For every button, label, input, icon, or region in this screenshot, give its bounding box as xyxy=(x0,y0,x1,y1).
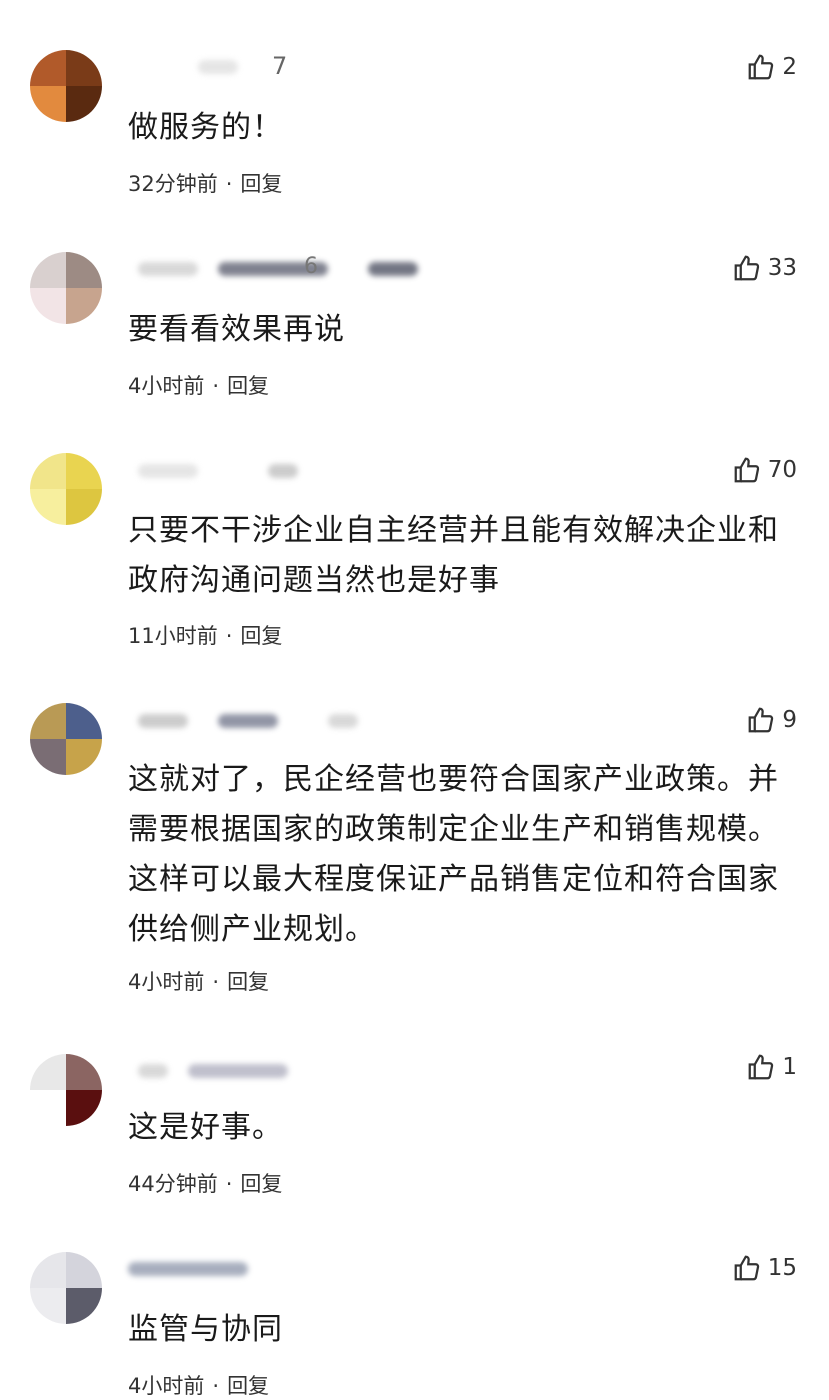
thumbs-up-icon xyxy=(734,1255,759,1281)
timestamp: 4小时前 xyxy=(128,374,205,398)
timestamp: 32分钟前 xyxy=(128,172,218,196)
comment-text: 只要不干涉企业自主经营并且能有效解决企业和政府沟通问题当然也是好事 xyxy=(128,513,779,598)
avatar[interactable] xyxy=(30,50,102,122)
avatar[interactable] xyxy=(30,252,102,324)
comment-meta: 4小时前 · 回复 xyxy=(128,1374,270,1398)
thumbs-up-icon xyxy=(734,457,759,483)
timestamp: 44分钟前 xyxy=(128,1172,218,1196)
comment-meta: 32分钟前 · 回复 xyxy=(128,172,283,196)
timestamp: 4小时前 xyxy=(128,1374,205,1398)
like-button[interactable]: 15 xyxy=(732,1253,797,1283)
avatar[interactable] xyxy=(30,703,102,775)
like-button[interactable]: 70 xyxy=(732,455,797,485)
avatar[interactable] xyxy=(30,1054,102,1126)
comment-text: 监管与协同 xyxy=(128,1312,283,1347)
comment-meta: 4小时前 · 回复 xyxy=(128,970,270,994)
username-text: 6 xyxy=(304,254,318,279)
reply-button[interactable]: 回复 xyxy=(240,624,282,648)
avatar[interactable] xyxy=(30,453,102,525)
thumbs-up-icon xyxy=(748,54,774,80)
reply-button[interactable]: 回复 xyxy=(227,374,269,398)
comment-text: 做服务的！ xyxy=(128,110,283,145)
like-button[interactable]: 1 xyxy=(746,1052,797,1082)
username[interactable]: 7 xyxy=(128,52,428,82)
like-count: 2 xyxy=(782,54,797,80)
like-count: 9 xyxy=(782,707,797,733)
like-count: 33 xyxy=(767,255,797,281)
avatar[interactable] xyxy=(30,1252,102,1324)
username[interactable] xyxy=(128,1254,428,1284)
timestamp: 4小时前 xyxy=(128,970,205,994)
like-button[interactable]: 2 xyxy=(746,52,797,82)
reply-button[interactable]: 回复 xyxy=(240,172,282,196)
username[interactable] xyxy=(128,1056,428,1086)
like-count: 1 xyxy=(782,1054,797,1080)
like-count: 15 xyxy=(767,1255,797,1281)
thumbs-up-icon xyxy=(748,707,774,733)
comment-meta: 4小时前 · 回复 xyxy=(128,374,270,398)
reply-button[interactable]: 回复 xyxy=(227,970,269,994)
comment-text: 这是好事。 xyxy=(128,1110,283,1145)
comment-meta: 11小时前 · 回复 xyxy=(128,624,283,648)
thumbs-up-icon xyxy=(748,1054,774,1080)
comment-text: 要看看效果再说 xyxy=(128,312,345,347)
like-button[interactable]: 33 xyxy=(732,253,797,283)
timestamp: 11小时前 xyxy=(128,624,218,648)
reply-button[interactable]: 回复 xyxy=(240,1172,282,1196)
thumbs-up-icon xyxy=(734,255,759,281)
username[interactable]: 6 xyxy=(128,254,428,284)
like-count: 70 xyxy=(767,457,797,483)
username-text: 7 xyxy=(272,52,288,80)
reply-button[interactable]: 回复 xyxy=(227,1374,269,1398)
comment-text: 这就对了，民企经营也要符合国家产业政策。并需要根据国家的政策制定企业生产和销售规… xyxy=(128,762,779,947)
comment-meta: 44分钟前 · 回复 xyxy=(128,1172,283,1196)
like-button[interactable]: 9 xyxy=(746,705,797,735)
username[interactable] xyxy=(128,706,428,736)
username[interactable] xyxy=(128,456,428,486)
